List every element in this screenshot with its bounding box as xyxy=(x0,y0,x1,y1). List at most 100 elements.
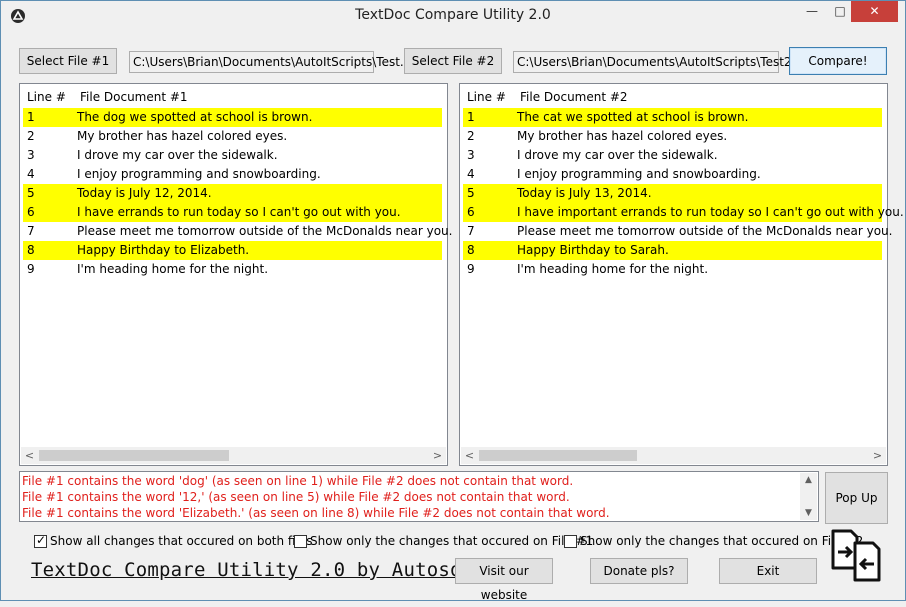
list-item[interactable]: 9 I'm heading home for the night. xyxy=(463,260,882,279)
scroll-right-icon[interactable]: > xyxy=(429,447,446,464)
checkbox-box[interactable]: ✓ xyxy=(34,533,47,548)
line-number: 3 xyxy=(27,148,35,162)
compare-button[interactable]: Compare! xyxy=(789,47,887,75)
list-item[interactable]: 2 My brother has hazel colored eyes. xyxy=(463,127,882,146)
column-header-document[interactable]: File Document #2 xyxy=(520,90,628,104)
line-number: 5 xyxy=(27,186,35,200)
line-text: I drove my car over the sidewalk. xyxy=(77,148,278,162)
list-item[interactable]: 6 I have errands to run today so I can't … xyxy=(23,203,442,222)
file-2-listview[interactable]: Line # File Document #2 1 The cat we spot… xyxy=(459,83,904,466)
line-number: 1 xyxy=(467,110,475,124)
checkbox-box[interactable]: ✓ xyxy=(564,535,577,548)
list-item[interactable]: 3 I drove my car over the sidewalk. xyxy=(463,146,882,165)
horizontal-scrollbar[interactable]: < > xyxy=(21,447,446,464)
scroll-up-icon[interactable]: ▲ xyxy=(800,475,817,485)
checkmark-icon: ✓ xyxy=(36,533,47,547)
list-item[interactable]: 6 I have important errands to run today s… xyxy=(463,203,904,222)
line-number: 4 xyxy=(27,167,35,181)
donate-button[interactable]: Donate pls? xyxy=(590,558,688,584)
list-item[interactable]: 4 I enjoy programming and snowboarding. xyxy=(23,165,442,184)
list-item[interactable]: 5 Today is July 13, 2014. xyxy=(463,184,882,203)
line-text: My brother has hazel colored eyes. xyxy=(517,129,728,143)
select-file-2-button[interactable]: Select File #2 xyxy=(404,48,502,74)
file-1-listview[interactable]: Line # File Document #1 1 The dog we spot… xyxy=(19,83,452,466)
list-header: Line # File Document #1 xyxy=(20,84,447,108)
message-line: File #1 contains the word 'Elizabeth.' (… xyxy=(22,506,610,520)
list-item[interactable]: 1 The cat we spotted at school is brown. xyxy=(463,108,882,127)
line-text: Please meet me tomorrow outside of the M… xyxy=(517,224,893,238)
checkbox-label: Show only the changes that occured on Fi… xyxy=(580,534,864,548)
window-title: TextDoc Compare Utility 2.0 xyxy=(355,7,551,23)
line-number: 8 xyxy=(467,243,475,257)
line-number: 8 xyxy=(27,243,35,257)
scroll-left-icon[interactable]: < xyxy=(461,447,478,464)
pop-up-button[interactable]: Pop Up xyxy=(825,472,888,524)
line-number: 2 xyxy=(27,129,35,143)
line-text: The cat we spotted at school is brown. xyxy=(517,110,749,124)
list-item[interactable]: 5 Today is July 12, 2014. xyxy=(23,184,442,203)
horizontal-scrollbar[interactable]: < > xyxy=(461,447,886,464)
select-file-1-button[interactable]: Select File #1 xyxy=(19,48,117,74)
checkbox-label: Show all changes that occured on both fi… xyxy=(50,534,313,548)
line-number: 9 xyxy=(467,262,475,276)
line-text: Please meet me tomorrow outside of the M… xyxy=(77,224,453,238)
compare-files-icon xyxy=(831,529,881,582)
line-number: 5 xyxy=(467,186,475,200)
scroll-down-icon[interactable]: ▼ xyxy=(800,508,817,518)
close-button[interactable]: ✕ xyxy=(851,1,898,22)
vertical-scrollbar[interactable]: ▲ ▼ xyxy=(800,473,817,520)
line-text: I have errands to run today so I can't g… xyxy=(77,205,401,219)
line-text: Today is July 12, 2014. xyxy=(77,186,212,200)
file-1-path-field[interactable]: C:\Users\Brian\Documents\AutoItScripts\T… xyxy=(129,51,420,73)
list-item[interactable]: 8 Happy Birthday to Elizabeth. xyxy=(23,241,442,260)
message-line: File #1 contains the word 'dog' (as seen… xyxy=(22,474,574,488)
list-header: Line # File Document #2 xyxy=(460,84,887,108)
app-window: TextDoc Compare Utility 2.0 — □ ✕ Select… xyxy=(0,0,906,602)
scroll-thumb[interactable] xyxy=(479,450,637,461)
list-item[interactable]: 2 My brother has hazel colored eyes. xyxy=(23,127,442,146)
line-number: 1 xyxy=(27,110,35,124)
list-item[interactable]: 9 I'm heading home for the night. xyxy=(23,260,442,279)
list-item[interactable]: 8 Happy Birthday to Sarah. xyxy=(463,241,882,260)
list-item[interactable]: 7 Please meet me tomorrow outside of the … xyxy=(463,222,892,241)
file-2-path-field[interactable]: C:\Users\Brian\Documents\AutoItScripts\T… xyxy=(513,51,812,73)
list-item[interactable]: 3 I drove my car over the sidewalk. xyxy=(23,146,442,165)
column-header-line[interactable]: Line # xyxy=(27,90,66,104)
line-number: 7 xyxy=(467,224,475,238)
line-text: I'm heading home for the night. xyxy=(77,262,269,276)
line-text: I drove my car over the sidewalk. xyxy=(517,148,718,162)
differences-message-box[interactable]: File #1 contains the word 'dog' (as seen… xyxy=(19,471,819,522)
line-text: I have important errands to run today so… xyxy=(517,205,904,219)
column-header-document[interactable]: File Document #1 xyxy=(80,90,188,104)
line-text: My brother has hazel colored eyes. xyxy=(77,129,288,143)
checkbox-label: Show only the changes that occured on Fi… xyxy=(310,534,594,548)
line-number: 4 xyxy=(467,167,475,181)
line-text: I enjoy programming and snowboarding. xyxy=(517,167,761,181)
list-item[interactable]: 4 I enjoy programming and snowboarding. xyxy=(463,165,882,184)
list-item[interactable]: 1 The dog we spotted at school is brown. xyxy=(23,108,442,127)
line-text: The dog we spotted at school is brown. xyxy=(77,110,313,124)
checkbox-box[interactable]: ✓ xyxy=(294,535,307,548)
brand-text: TextDoc Compare Utility 2.0 by Autosofte… xyxy=(31,559,509,581)
list-item[interactable]: 7 Please meet me tomorrow outside of the … xyxy=(23,222,452,241)
exit-button[interactable]: Exit xyxy=(719,558,817,584)
scroll-left-icon[interactable]: < xyxy=(21,447,38,464)
line-text: Today is July 13, 2014. xyxy=(517,186,652,200)
line-text: Happy Birthday to Sarah. xyxy=(517,243,669,257)
minimize-button[interactable]: — xyxy=(798,1,826,22)
scroll-thumb[interactable] xyxy=(39,450,229,461)
line-text: I'm heading home for the night. xyxy=(517,262,709,276)
line-text: Happy Birthday to Elizabeth. xyxy=(77,243,250,257)
message-line: File #1 contains the word '12,' (as seen… xyxy=(22,490,570,504)
line-text: I enjoy programming and snowboarding. xyxy=(77,167,321,181)
column-header-line[interactable]: Line # xyxy=(467,90,506,104)
line-number: 9 xyxy=(27,262,35,276)
line-number: 2 xyxy=(467,129,475,143)
line-number: 7 xyxy=(27,224,35,238)
scroll-right-icon[interactable]: > xyxy=(869,447,886,464)
visit-website-button[interactable]: Visit our website xyxy=(455,558,553,602)
line-number: 6 xyxy=(467,205,475,219)
title-bar[interactable]: TextDoc Compare Utility 2.0 — □ ✕ xyxy=(1,1,905,32)
line-number: 6 xyxy=(27,205,35,219)
maximize-button[interactable]: □ xyxy=(826,1,854,22)
